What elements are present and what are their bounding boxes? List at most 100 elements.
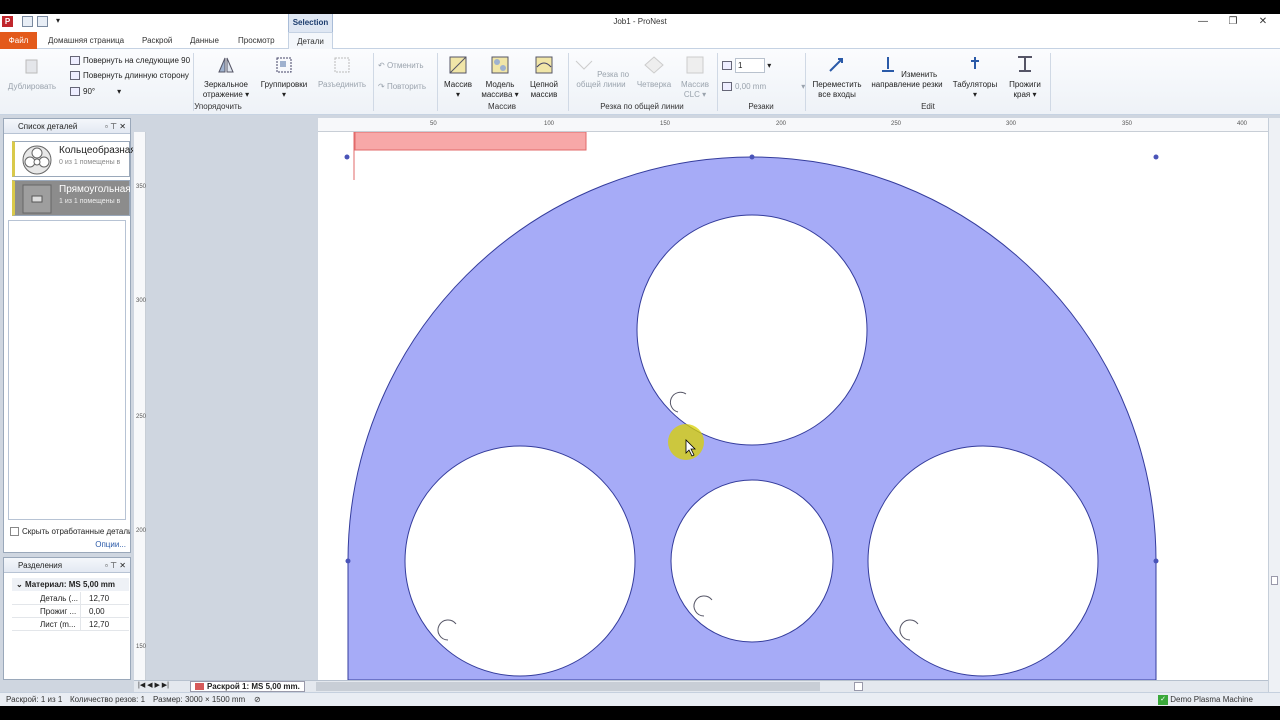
ruler-label: 300	[136, 298, 147, 304]
nest-canvas[interactable]	[318, 132, 1268, 680]
cuts-count-value[interactable]: 1	[735, 58, 765, 73]
angle-dropdown-icon[interactable]: ▾	[117, 87, 121, 96]
cuts-mm-field[interactable]: 0,00 mm ▾	[722, 80, 805, 93]
array-label: Массив	[444, 80, 472, 89]
list-item[interactable]: Прямоугольная 1 из 1 помещены в	[12, 180, 131, 216]
checkbox-icon[interactable]	[10, 527, 19, 537]
maximize-button[interactable]: ❐	[1226, 16, 1240, 28]
edge-pierce-label: Прожиги края	[1009, 80, 1041, 99]
machine-check-icon: ✓	[1158, 694, 1168, 705]
cuts-count-field[interactable]: 1 ▾	[722, 58, 771, 73]
cut-direction-icon	[881, 57, 894, 72]
mirror-button[interactable]: Зеркальное отражение ▾	[198, 55, 254, 100]
handle-point[interactable]	[344, 154, 350, 160]
redo-button[interactable]: ↷ Повторить	[378, 80, 426, 93]
list-item[interactable]: Кольцеобразная 0 из 1 помещены в	[12, 141, 133, 177]
ribbon-separator	[568, 53, 569, 111]
common-line-group-label: Резка по общей линии	[600, 102, 684, 111]
parts-list-panel: Список деталей ▫ ⊤ ✕ Кольцеобразная 0 из…	[3, 118, 133, 553]
sheet-tab[interactable]: Раскрой 1: MS 5,00 mm.	[190, 681, 305, 692]
bottom-strip	[0, 706, 1280, 720]
angle-field[interactable]: 90° ▾	[70, 85, 121, 98]
move-leads-button[interactable]: Переместить все входы	[808, 55, 866, 100]
left-ruler: 350 300 250 200 150	[134, 132, 146, 680]
prop-value[interactable]: 12,70	[80, 592, 129, 605]
prop-row: Прожиг ... 0,00	[12, 605, 129, 618]
cuts-icon	[722, 61, 732, 71]
prop-key: Лист (m...	[40, 620, 76, 629]
machine-status[interactable]: ✓ Demo Plasma Machine	[1158, 693, 1253, 707]
part-status: 1 из 1 помещены в	[59, 198, 121, 205]
array-model-label: Модель массива	[481, 80, 515, 99]
quarter-button[interactable]: Четверка	[634, 55, 674, 90]
ruler-label: 200	[136, 528, 147, 534]
angle-value: 90°	[83, 87, 96, 96]
tab-nest[interactable]: Раскрой	[136, 32, 178, 49]
panel-controls[interactable]: ▫ ⊤ ✕	[105, 119, 126, 134]
handle-point[interactable]	[749, 154, 755, 160]
options-link[interactable]: Опции...	[95, 540, 126, 549]
vertical-scrollbar[interactable]	[1268, 118, 1280, 692]
cuts-mm-value[interactable]: 0,00 mm	[735, 80, 799, 93]
tab-home[interactable]: Домашняя страница	[42, 32, 130, 49]
separations-panel: Разделения ▫ ⊤ ✕ ⌄ Материал: MS 5,00 mm …	[3, 557, 131, 680]
redo-label: Повторить	[386, 82, 426, 91]
parts-list-area	[8, 220, 126, 520]
status-tool-icon: ⊘	[254, 695, 261, 704]
chain-array-button[interactable]: Цепной массив	[524, 55, 564, 100]
rotate-icon	[70, 56, 80, 66]
status-bar: Раскрой: 1 из 1 Количество резов: 1 Разм…	[0, 692, 1280, 706]
ruler-label: 250	[891, 121, 902, 127]
prop-value[interactable]: 0,00	[80, 605, 129, 618]
ruler-label: 300	[1006, 121, 1017, 127]
common-line-cut-button[interactable]: Резка по общей линии	[572, 55, 630, 90]
duplicate-label: Дублировать	[7, 82, 57, 91]
clc-array-label: Массив CLC	[681, 80, 709, 99]
clc-array-button[interactable]: Массив CLC ▾	[676, 55, 714, 100]
edge-pierce-button[interactable]: Прожиги края ▾	[1002, 55, 1048, 100]
ruler-label: 250	[136, 414, 147, 420]
handle-point[interactable]	[1153, 154, 1159, 160]
handle-point[interactable]	[345, 558, 351, 564]
close-button[interactable]: ✕	[1256, 16, 1270, 28]
duplicate-button[interactable]: Дублировать	[4, 57, 60, 92]
hide-used-checkbox[interactable]: Скрыть отработанные детали	[10, 527, 130, 537]
rectangular-part[interactable]	[354, 132, 587, 151]
material-row[interactable]: ⌄ Материал: MS 5,00 mm	[12, 578, 129, 591]
tab-details[interactable]: Детали	[288, 32, 333, 49]
rotate-next-button[interactable]: Повернуть на следующие 90	[70, 54, 190, 67]
tabs-button[interactable]: Табуляторы ▾	[950, 55, 1000, 100]
rotate-long-button[interactable]: Повернуть длинную сторону	[70, 69, 189, 82]
collapse-icon[interactable]: ⌄	[16, 580, 25, 589]
ring-part[interactable]	[347, 156, 1157, 680]
h-scroll-thumb[interactable]	[854, 682, 863, 691]
separations-title: Разделения	[18, 561, 63, 570]
tab-file[interactable]: Файл	[0, 32, 37, 49]
tab-view[interactable]: Просмотр	[232, 32, 281, 49]
minimize-button[interactable]: —	[1196, 16, 1210, 28]
array-button[interactable]: Массив ▾	[440, 55, 476, 100]
horizontal-scrollbar[interactable]	[316, 682, 820, 691]
sheet-tab-label: Раскрой 1: MS 5,00 mm.	[207, 682, 300, 691]
sheet-nav-icons[interactable]: |◀ ◀ ▶ ▶|	[138, 681, 169, 689]
spacing-icon	[722, 82, 732, 92]
prop-key: Прожиг ...	[40, 607, 77, 616]
top-strip	[0, 0, 1280, 14]
nest-drawing[interactable]	[318, 132, 1268, 680]
ungroup-button[interactable]: Разъединить	[314, 55, 370, 90]
prop-value[interactable]: 12,70	[80, 618, 129, 631]
undo-label: Отменить	[386, 61, 424, 70]
groups-button[interactable]: Группировки ▾	[256, 55, 312, 100]
panel-controls[interactable]: ▫ ⊤ ✕	[105, 558, 126, 573]
change-direction-button[interactable]: Изменить направление резки	[868, 55, 946, 90]
scroll-thumb[interactable]	[1271, 576, 1278, 585]
top-ruler: 50 100 150 200 250 300 350 400	[318, 118, 1268, 132]
clc-array-icon	[686, 56, 704, 74]
rotate-long-label: Повернуть длинную сторону	[83, 71, 189, 80]
tab-data[interactable]: Данные	[184, 32, 225, 49]
group-icon	[276, 57, 292, 73]
handle-point[interactable]	[1153, 558, 1159, 564]
array-group-label: Массив	[488, 102, 516, 111]
array-model-button[interactable]: Модель массива ▾	[480, 55, 520, 100]
undo-button[interactable]: ↶ Отменить	[378, 59, 424, 72]
